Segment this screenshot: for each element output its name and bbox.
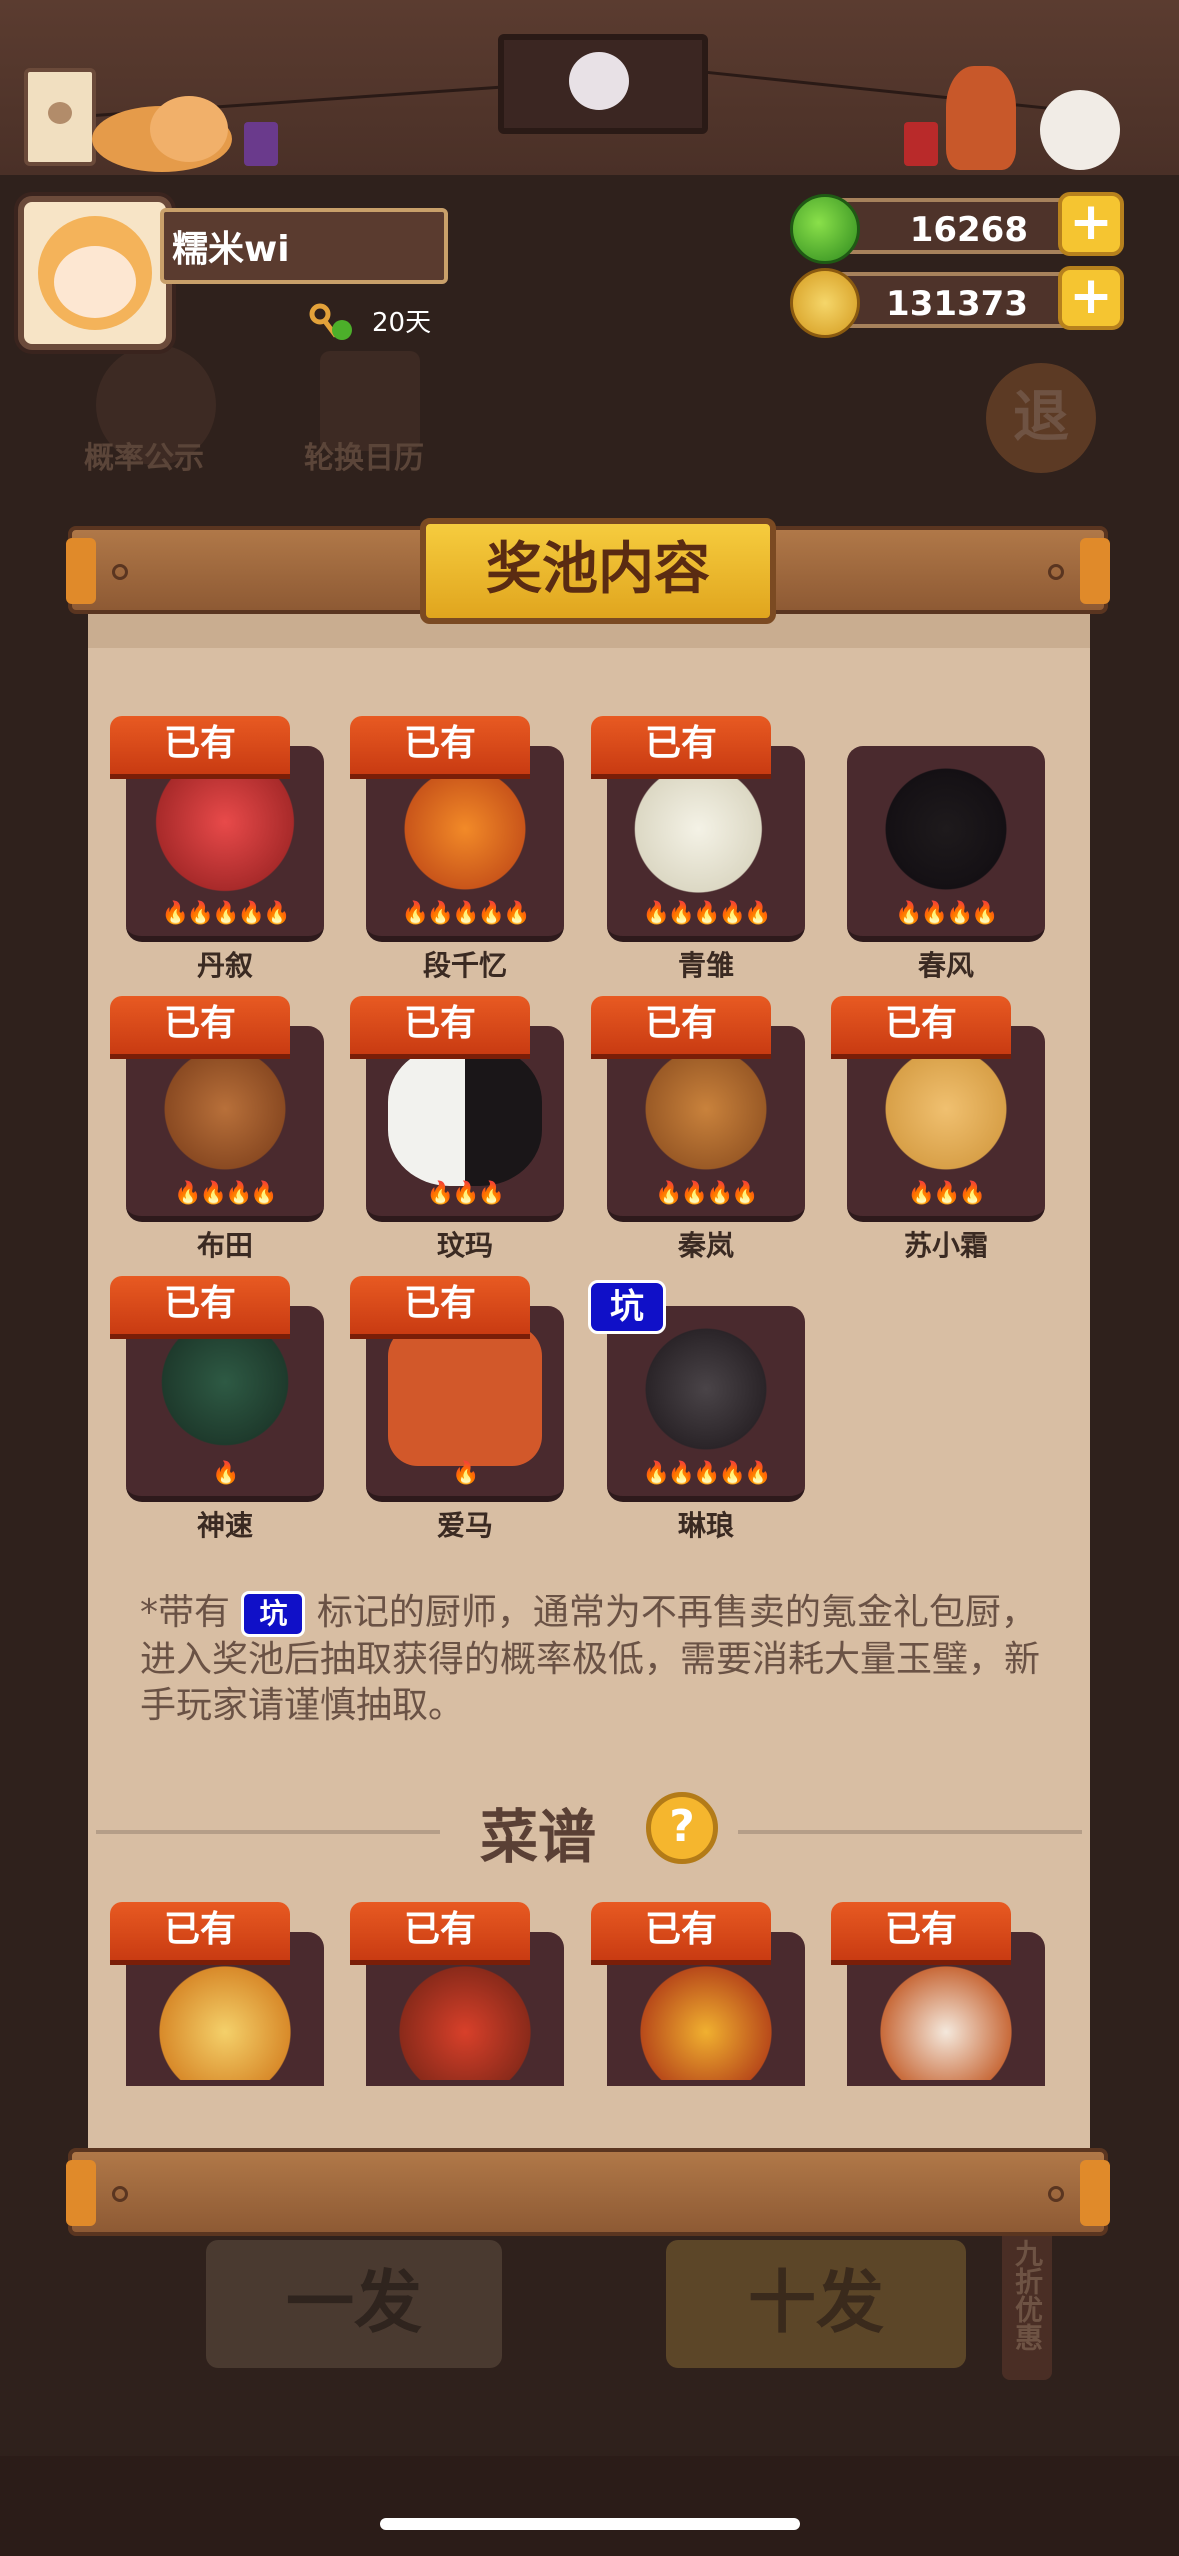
chef-portrait — [148, 1326, 302, 1466]
chef-portrait — [629, 766, 783, 906]
owned-tag: 已有 — [350, 1276, 530, 1339]
rod-nail — [112, 2186, 128, 2202]
chef-portrait — [629, 1326, 783, 1466]
player-avatar[interactable] — [18, 196, 172, 350]
pit-note: *带有 坑 标记的厨师，通常为不再售卖的氪金礼包厨，进入奖池后抽取获得的概率极低… — [140, 1590, 1040, 1729]
purple-cup-decor — [244, 122, 278, 166]
probability-tab: 概率公示 — [84, 441, 204, 476]
add-jade-button[interactable]: + — [1058, 192, 1124, 256]
chef-name: 神速 — [196, 1509, 253, 1542]
login-days: 20天 — [372, 308, 432, 338]
chef-portrait — [148, 766, 302, 906]
owned-tag: 已有 — [591, 1902, 771, 1965]
chef-portrait — [388, 1326, 542, 1466]
owned-tag: 已有 — [350, 1902, 530, 1965]
chef-portrait — [869, 766, 1023, 906]
owned-tag: 已有 — [350, 716, 530, 779]
draw-ten-button: 十发 — [666, 2240, 966, 2368]
pit-tag: 坑 — [588, 1280, 666, 1334]
dish-image — [144, 1960, 306, 2080]
jade-icon — [790, 194, 860, 264]
chef-portrait — [629, 1046, 783, 1186]
chef-name: 秦岚 — [677, 1229, 734, 1262]
scroll-bottom-rod — [66, 2148, 1110, 2236]
player-name: 糯米wi — [160, 208, 448, 284]
top-decor-bar — [0, 0, 1179, 181]
owned-tag: 已有 — [110, 996, 290, 1059]
draw-one-button: 一发 — [206, 2240, 502, 2368]
chef-portrait — [869, 1046, 1023, 1186]
chef-name: 琳琅 — [677, 1509, 734, 1542]
home-indicator[interactable] — [380, 2518, 800, 2530]
dish-image — [625, 1960, 787, 2080]
rarity-flames: 🔥 — [212, 1461, 239, 1486]
note-prefix: *带有 — [140, 1592, 231, 1633]
chef-portrait — [388, 766, 542, 906]
chef-card[interactable]: 🔥🔥🔥🔥 — [847, 746, 1045, 942]
chef-name: 玟玛 — [436, 1229, 493, 1262]
owned-tag: 已有 — [110, 1276, 290, 1339]
dish-image — [384, 1960, 546, 2080]
owned-tag: 已有 — [350, 996, 530, 1059]
coin-icon — [790, 268, 860, 338]
chef-name: 春风 — [917, 949, 974, 982]
chef-name: 布田 — [196, 1229, 253, 1262]
chef-name: 丹叙 — [196, 949, 253, 982]
rod-nail — [1048, 2186, 1064, 2202]
sprout-icon — [306, 300, 358, 346]
rod-cap — [1080, 538, 1110, 604]
chef-portrait — [148, 1046, 302, 1186]
chef-character-decor — [946, 66, 1016, 170]
draw-ten-label: 十发 — [747, 2264, 884, 2343]
chef-name: 青雏 — [677, 949, 734, 982]
paw-icon — [48, 102, 72, 124]
rod-cap — [66, 2160, 96, 2226]
paw-frame-decor — [24, 68, 96, 166]
help-button[interactable]: ? — [646, 1792, 718, 1864]
chef-name: 苏小霜 — [903, 1229, 988, 1262]
popup-title: 奖池内容 — [420, 518, 776, 624]
rod-cap — [66, 538, 96, 604]
orange-cat-head-decor — [150, 96, 228, 162]
red-cup-decor — [904, 122, 938, 166]
owned-tag: 已有 — [110, 716, 290, 779]
rarity-flames: 🔥🔥🔥🔥🔥 — [161, 901, 291, 926]
rod-cap — [1080, 2160, 1110, 2226]
draw-one-label: 一发 — [285, 2264, 422, 2343]
home-bar-area — [0, 2456, 1179, 2556]
rarity-flames: 🔥 — [452, 1461, 479, 1486]
dish-image — [865, 1960, 1027, 2080]
recipes-title: 菜谱 — [480, 1803, 597, 1871]
rarity-flames: 🔥🔥🔥🔥🔥 — [642, 901, 772, 926]
owned-tag: 已有 — [591, 996, 771, 1059]
chef-name: 段千忆 — [422, 949, 507, 982]
add-coin-button[interactable]: + — [1058, 266, 1124, 330]
chef-portrait — [388, 1046, 542, 1186]
white-cat-decor — [1040, 90, 1120, 170]
divider-left — [96, 1830, 440, 1834]
rarity-flames: 🔥🔥🔥🔥🔥 — [401, 901, 531, 926]
rarity-flames: 🔥🔥🔥🔥 — [174, 1181, 278, 1206]
avatar-face — [54, 246, 136, 318]
owned-tag: 已有 — [591, 716, 771, 779]
rarity-flames: 🔥🔥🔥🔥🔥 — [642, 1461, 772, 1486]
owned-tag: 已有 — [831, 1902, 1011, 1965]
owned-tag: 已有 — [110, 1902, 290, 1965]
divider-right — [738, 1830, 1082, 1834]
exit-button: 退 — [986, 363, 1096, 473]
chef-card[interactable]: 🔥🔥🔥🔥🔥 — [607, 1306, 805, 1502]
rod-nail — [112, 564, 128, 580]
center-hanging-sign — [498, 34, 708, 134]
rarity-flames: 🔥🔥🔥🔥 — [655, 1181, 759, 1206]
owned-tag: 已有 — [831, 996, 1011, 1059]
raccoon-face-icon — [569, 52, 629, 110]
rod-nail — [1048, 564, 1064, 580]
rarity-flames: 🔥🔥🔥🔥 — [895, 901, 999, 926]
rarity-flames: 🔥🔥🔥 — [907, 1181, 986, 1206]
rarity-flames: 🔥🔥🔥 — [426, 1181, 505, 1206]
chef-name: 爱马 — [436, 1509, 493, 1542]
note-pit-badge: 坑 — [241, 1591, 306, 1637]
rotation-calendar-tab: 轮换日历 — [304, 441, 424, 476]
